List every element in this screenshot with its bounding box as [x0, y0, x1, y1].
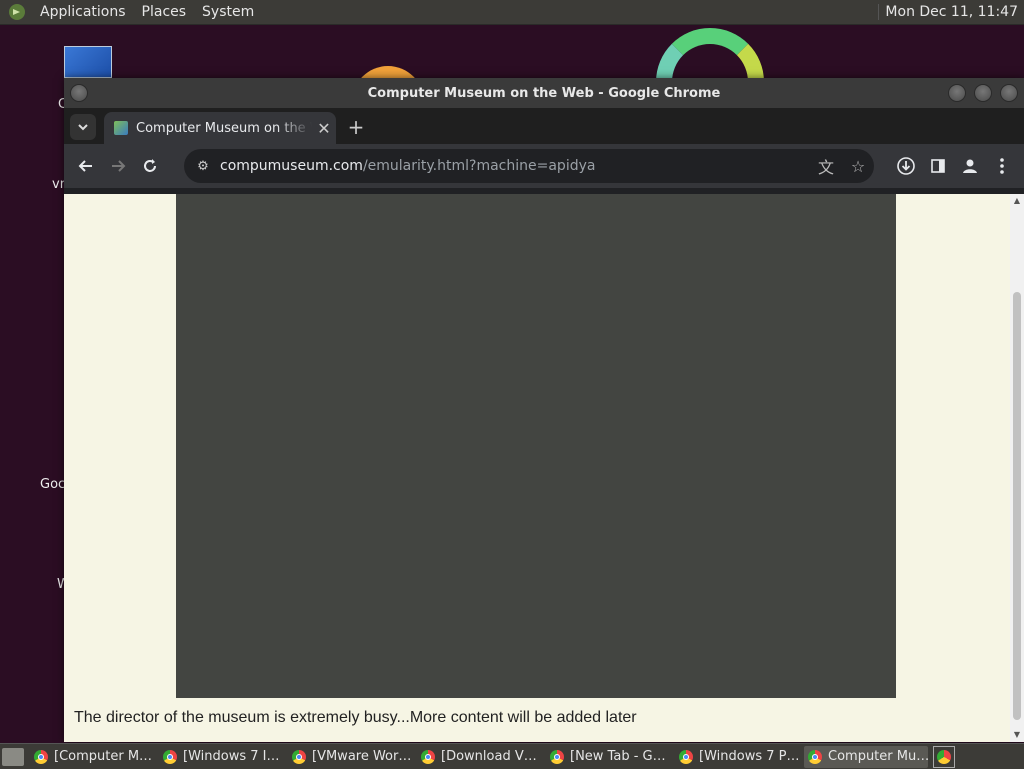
close-window-icon[interactable]	[1000, 84, 1018, 102]
taskbar-item[interactable]: [VMware Wor…	[288, 746, 412, 768]
chrome-window: Computer Museum on the Web - Google Chro…	[64, 78, 1024, 742]
side-panel-icon[interactable]	[922, 150, 954, 182]
desktop-computer-icon[interactable]	[64, 46, 112, 78]
window-menu-icon[interactable]	[70, 84, 88, 102]
menu-kebab-icon[interactable]	[986, 150, 1018, 182]
reload-icon[interactable]	[134, 150, 166, 182]
taskbar-item[interactable]: [Download V…	[417, 746, 541, 768]
scroll-down-icon[interactable]: ▼	[1010, 728, 1024, 742]
scroll-up-icon[interactable]: ▲	[1010, 194, 1024, 208]
page-note: The director of the museum is extremely …	[74, 709, 637, 726]
profile-icon[interactable]	[954, 150, 986, 182]
chrome-icon	[421, 749, 435, 764]
menu-places[interactable]: Places	[134, 4, 195, 20]
menu-applications[interactable]: Applications	[32, 4, 134, 20]
show-desktop-icon[interactable]	[2, 747, 24, 766]
download-icon[interactable]	[890, 150, 922, 182]
taskbar-item[interactable]: [New Tab - G…	[546, 746, 670, 768]
vertical-scrollbar[interactable]: ▲ ▼	[1010, 194, 1024, 742]
clock[interactable]: Mon Dec 11, 11:47	[878, 4, 1024, 20]
chrome-icon	[34, 749, 48, 764]
chrome-icon	[163, 749, 177, 764]
taskbar-item[interactable]: [Windows 7 I…	[159, 746, 283, 768]
museum-favicon-icon	[114, 121, 128, 135]
tab-close-icon[interactable]: ✕	[312, 119, 336, 138]
taskbar-item[interactable]: [Windows 7 P…	[675, 746, 799, 768]
maximize-icon[interactable]	[974, 84, 992, 102]
chevron-down-icon	[78, 124, 88, 131]
site-info-icon[interactable]: ⚙	[186, 159, 220, 174]
forward-icon[interactable]	[102, 150, 134, 182]
translate-icon[interactable]: 文	[810, 154, 842, 178]
top-panel: Applications Places System Mon Dec 11, 1…	[0, 0, 1024, 25]
url-text[interactable]: compumuseum.com/emularity.html?machine=a…	[220, 158, 595, 174]
browser-toolbar: ⚙ compumuseum.com/emularity.html?machine…	[64, 144, 1024, 188]
menu-system[interactable]: System	[194, 4, 262, 20]
desktop-label: Goc	[40, 477, 66, 492]
scrollbar-thumb[interactable]	[1013, 292, 1021, 720]
tab-title: Computer Museum on the W	[136, 120, 312, 136]
omnibox-actions: 文 ☆	[810, 154, 874, 178]
new-tab-button[interactable]: +	[344, 116, 368, 140]
taskbar-item-active[interactable]: Computer Mu…	[804, 745, 928, 768]
tray-chrome-icon[interactable]	[933, 745, 955, 768]
tab-computer-museum[interactable]: Computer Museum on the W ✕	[104, 112, 336, 144]
url-path: /emularity.html?machine=apidya	[362, 158, 596, 174]
chrome-icon	[808, 749, 822, 764]
bottom-taskbar: [Computer M… [Windows 7 I… [VMware Wor… …	[0, 743, 1024, 769]
toolbar-right	[890, 150, 1018, 182]
window-titlebar[interactable]: Computer Museum on the Web - Google Chro…	[64, 78, 1024, 108]
window-title: Computer Museum on the Web - Google Chro…	[367, 85, 721, 101]
gnome-foot-icon[interactable]	[8, 3, 26, 21]
chrome-icon	[550, 749, 564, 764]
chrome-icon	[679, 749, 693, 764]
taskbar-item[interactable]: [Computer M…	[30, 746, 154, 768]
minimize-icon[interactable]	[948, 84, 966, 102]
chrome-icon	[292, 749, 306, 764]
tab-search-button[interactable]	[70, 114, 96, 140]
emulator-canvas[interactable]	[176, 194, 896, 698]
back-icon[interactable]	[70, 150, 102, 182]
page-viewport[interactable]: The director of the museum is extremely …	[64, 194, 1024, 742]
bookmark-star-icon[interactable]: ☆	[842, 157, 874, 176]
tab-strip: Computer Museum on the W ✕ +	[64, 108, 1024, 144]
address-bar[interactable]: ⚙ compumuseum.com/emularity.html?machine…	[184, 149, 874, 183]
url-host: compumuseum.com	[220, 158, 363, 174]
